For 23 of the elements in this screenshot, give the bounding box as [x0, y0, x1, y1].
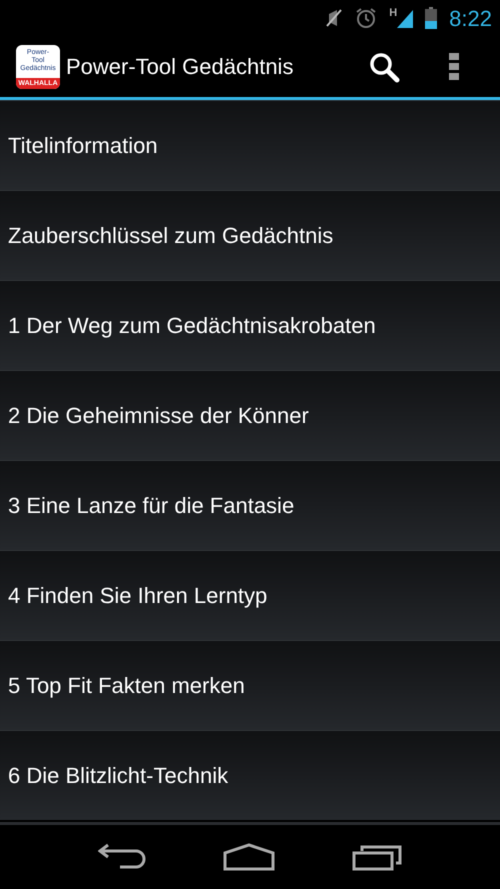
- list-item[interactable]: 2 Die Geheimnisse der Könner: [0, 370, 500, 460]
- home-icon: [222, 843, 275, 871]
- list-item[interactable]: 3 Eine Lanze für die Fantasie: [0, 460, 500, 550]
- list-item[interactable]: 5 Top Fit Fakten merken: [0, 640, 500, 730]
- back-button[interactable]: [98, 843, 146, 871]
- battery-icon: [425, 7, 438, 29]
- signal-icon: [397, 8, 414, 28]
- list-item[interactable]: 6 Die Blitzlicht-Technik: [0, 730, 500, 820]
- clock: 8:22: [449, 4, 492, 32]
- alarm-icon: [355, 7, 378, 29]
- list-item[interactable]: Zauberschlüssel zum Gedächtnis: [0, 190, 500, 280]
- list-item[interactable]: 4 Finden Sie Ihren Lerntyp: [0, 550, 500, 640]
- list-item[interactable]: 1 Der Weg zum Gedächtnisakrobaten: [0, 280, 500, 370]
- search-icon: [368, 50, 400, 82]
- muted-icon: [325, 8, 344, 28]
- list-item[interactable]: Titelinformation: [0, 100, 500, 190]
- back-icon: [98, 843, 146, 871]
- menu-icon: [449, 52, 459, 80]
- app-title: Power-Tool Gedächtnis: [66, 53, 294, 81]
- recent-apps-icon: [352, 843, 402, 871]
- home-button[interactable]: [222, 843, 275, 871]
- recent-apps-button[interactable]: [352, 843, 402, 871]
- network-type: H: [389, 8, 398, 19]
